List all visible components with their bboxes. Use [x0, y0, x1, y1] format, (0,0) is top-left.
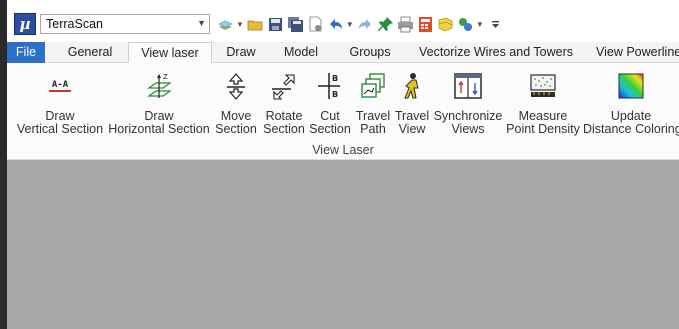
- move-section-icon: [221, 71, 251, 101]
- save-all-icon[interactable]: [287, 16, 304, 33]
- open-folder-icon[interactable]: [247, 16, 264, 33]
- view-workspace[interactable]: [7, 160, 679, 329]
- svg-text:B: B: [332, 74, 338, 83]
- tab-file[interactable]: File: [7, 42, 45, 63]
- synchronize-views-icon: [453, 71, 483, 101]
- network-icon[interactable]: [457, 16, 474, 33]
- measure-point-density-label-2: Point Density: [506, 122, 580, 136]
- layers-icon[interactable]: [217, 16, 234, 33]
- tab-vectorize-wires-and-towers[interactable]: Vectorize Wires and Towers: [411, 42, 581, 63]
- travel-view-label-2: View: [398, 122, 426, 136]
- distance-coloring-icon: [616, 71, 646, 101]
- point-density-icon: [528, 71, 558, 101]
- window-left-edge: [0, 0, 7, 329]
- ribbon-panel: A-A Draw Vertical Section Z Draw Horizon…: [7, 63, 679, 160]
- customize-icon[interactable]: [487, 16, 504, 33]
- tab-view-powerline[interactable]: View Powerline: [590, 42, 679, 63]
- measure-point-density-button[interactable]: Measure Point Density: [503, 71, 583, 136]
- synchronize-views-label-2: Views: [451, 122, 485, 136]
- models-icon[interactable]: [437, 16, 454, 33]
- travel-path-button[interactable]: Travel Path: [353, 71, 393, 136]
- travel-path-label-2: Path: [360, 122, 386, 136]
- draw-vertical-section-label-2: Vertical Section: [16, 122, 104, 136]
- draw-horizontal-section-button[interactable]: Z Draw Horizontal Section: [107, 71, 211, 136]
- tab-draw[interactable]: Draw: [217, 42, 265, 63]
- workspace-dropdown-value: TerraScan: [46, 17, 103, 31]
- redo-icon[interactable]: [357, 16, 374, 33]
- rotate-section-icon: [269, 71, 299, 101]
- rotate-section-label-2: Section: [263, 122, 305, 136]
- cut-section-icon: BB: [315, 71, 345, 101]
- update-distance-coloring-button[interactable]: Update Distance Coloring: [583, 71, 679, 136]
- vertical-section-icon: A-A: [45, 71, 75, 101]
- print-icon[interactable]: [397, 16, 414, 33]
- horizontal-section-icon: Z: [144, 71, 174, 101]
- update-distance-coloring-label-2: Distance Coloring: [583, 122, 679, 136]
- microstation-logo-icon[interactable]: µ: [14, 13, 36, 35]
- calculator-icon[interactable]: [417, 16, 434, 33]
- svg-text:A-A: A-A: [52, 80, 69, 90]
- rotate-section-button[interactable]: Rotate Section: [261, 71, 307, 136]
- undo-dropdown-icon[interactable]: ▼: [346, 20, 354, 29]
- tab-groups[interactable]: Groups: [340, 42, 400, 63]
- save-icon[interactable]: [267, 16, 284, 33]
- svg-text:Z: Z: [163, 73, 168, 81]
- svg-text:B: B: [332, 90, 338, 99]
- ribbon-group-label: View Laser: [312, 143, 374, 157]
- document-icon[interactable]: [307, 16, 324, 33]
- chevron-down-icon[interactable]: ▼: [197, 18, 206, 28]
- travel-view-button[interactable]: Travel View: [393, 71, 431, 136]
- travel-view-icon: [397, 71, 427, 101]
- quick-access-toolbar: µ TerraScan ▼ ▼ ▼ ▼: [7, 0, 679, 42]
- move-section-label-2: Section: [215, 122, 257, 136]
- undo-icon[interactable]: [327, 16, 344, 33]
- network-dropdown-icon[interactable]: ▼: [476, 20, 484, 29]
- tab-general[interactable]: General: [59, 42, 121, 63]
- workspace-dropdown[interactable]: TerraScan ▼: [40, 14, 210, 34]
- move-section-button[interactable]: Move Section: [214, 71, 258, 136]
- tab-view-laser[interactable]: View laser: [128, 42, 212, 64]
- cut-section-label-2: Section: [309, 122, 351, 136]
- pin-icon[interactable]: [377, 16, 394, 33]
- cut-section-button[interactable]: BB Cut Section: [308, 71, 352, 136]
- tab-model[interactable]: Model: [272, 42, 330, 63]
- layers-dropdown-icon[interactable]: ▼: [236, 20, 244, 29]
- ribbon-tab-bar: File General View laser Draw Model Group…: [7, 42, 679, 64]
- synchronize-views-button[interactable]: Synchronize Views: [433, 71, 503, 136]
- travel-path-icon: [358, 71, 388, 101]
- draw-vertical-section-button[interactable]: A-A Draw Vertical Section: [15, 71, 105, 136]
- draw-horizontal-section-label-2: Horizontal Section: [108, 122, 210, 136]
